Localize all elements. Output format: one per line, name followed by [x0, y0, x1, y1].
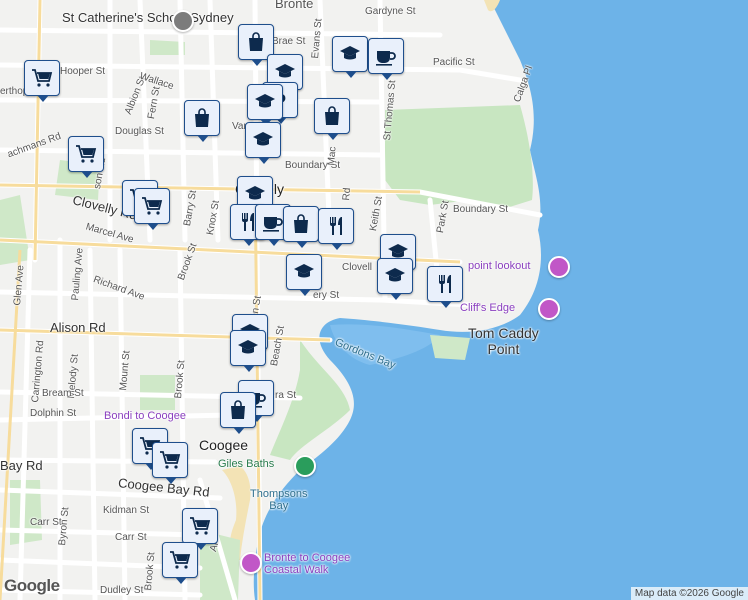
carr-street-east-label: Carr St [115, 532, 147, 543]
clovelly-road-east-label: Clovell [342, 262, 373, 273]
school-label: St Catherine's School Sydney [62, 10, 234, 25]
cliffs-edge-pin-icon[interactable] [538, 298, 560, 320]
map-marker-shopping-cart-icon[interactable] [134, 188, 170, 230]
map-marker-shopping-bag-icon[interactable] [314, 98, 350, 140]
mac-label: Mac [326, 146, 339, 166]
google-logo: Google [4, 576, 60, 595]
douglas-street-label: Douglas St [115, 126, 164, 137]
ery-street-label: ery St [313, 290, 340, 301]
pacific-street-label: Pacific St [433, 57, 475, 68]
carr-street-label: Carr St [30, 517, 62, 528]
alison-road-label: Alison Rd [50, 320, 106, 335]
map-marker-shopping-cart-icon[interactable] [182, 508, 218, 550]
map-marker-shopping-cart-icon[interactable] [68, 136, 104, 178]
dolphin-street-label: Dolphin St [30, 408, 77, 419]
giles-baths-label: Giles Baths [218, 458, 275, 470]
boundary-street-label-east: Boundary St [453, 204, 509, 215]
bream-street-label: Bream St [42, 388, 84, 399]
hooper-street-label: Hooper St [60, 66, 106, 77]
map-attribution[interactable]: Map data ©2026 Google [630, 587, 748, 600]
map-marker-shopping-bag-icon[interactable] [220, 392, 256, 434]
map-marker-restaurant-icon[interactable] [318, 208, 354, 250]
map-marker-school-cap-icon[interactable] [332, 36, 368, 78]
bay-road-label: Bay Rd [0, 458, 43, 473]
map-marker-school-cap-icon[interactable] [377, 258, 413, 300]
map-marker-shopping-cart-icon[interactable] [162, 542, 198, 584]
map-marker-school-cap-icon[interactable] [245, 122, 281, 164]
coastal-walk-pin-icon[interactable] [240, 552, 262, 574]
map-marker-school-cap-icon[interactable] [286, 254, 322, 296]
coogee-label: Coogee [199, 437, 249, 453]
ra-street-label: ra St [275, 390, 297, 401]
map-marker-shopping-cart-icon[interactable] [152, 442, 188, 484]
school-pin-icon[interactable] [172, 10, 194, 32]
bronte-label: Bronte [275, 0, 314, 11]
thompsons-bay-label: Thompsons Bay [250, 488, 308, 512]
map-marker-coffee-cup-icon[interactable] [368, 38, 404, 80]
dudley-street-label: Dudley St [100, 585, 144, 596]
brae-street-label: Brae St [272, 36, 306, 47]
tom-caddy-point-label: Tom Caddy Point [468, 325, 539, 357]
bondi-to-coogee-label: Bondi to Coogee [104, 410, 186, 422]
map-marker-restaurant-icon[interactable] [427, 266, 463, 308]
rd-label: Rd [341, 187, 354, 201]
gardyne-street-label: Gardyne St [365, 6, 416, 17]
kidman-street-label: Kidman St [103, 505, 150, 516]
lookout-pin-icon[interactable] [548, 256, 570, 278]
bronte-to-coogee-walk-label: Bronte to Coogee Coastal Walk [264, 552, 351, 576]
map-marker-shopping-cart-icon[interactable] [24, 60, 60, 102]
map-marker-school-cap-icon[interactable] [230, 330, 266, 372]
point-lookout-label: point lookout [468, 260, 531, 272]
cliffs-edge-label: Cliff's Edge [460, 302, 516, 314]
map-marker-shopping-bag-icon[interactable] [184, 100, 220, 142]
map-marker-shopping-bag-icon[interactable] [283, 206, 319, 248]
map-marker-school-cap-icon[interactable] [247, 84, 283, 126]
giles-baths-pin-icon[interactable] [294, 455, 316, 477]
